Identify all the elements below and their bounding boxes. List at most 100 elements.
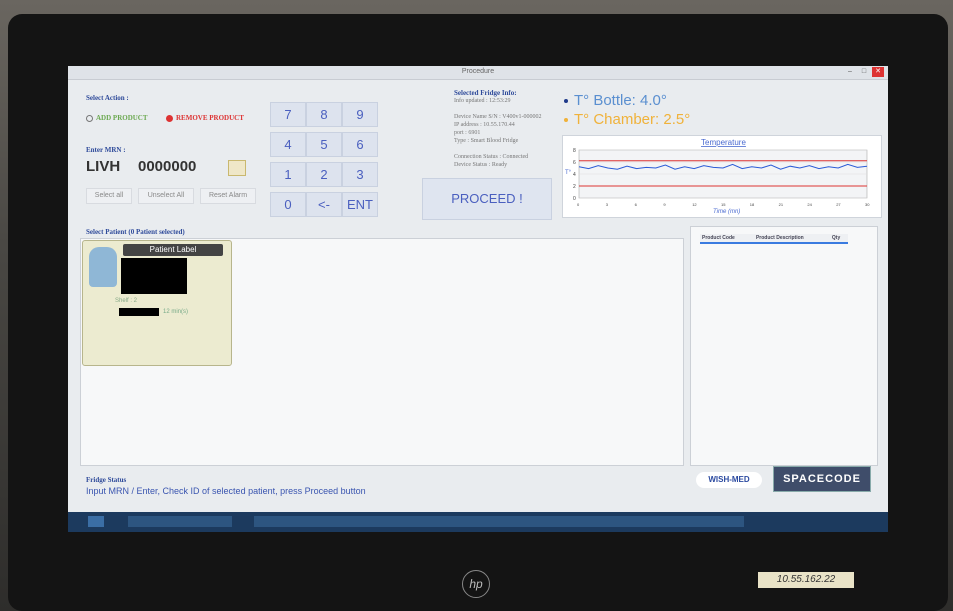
wishmed-logo: WISH-MED: [696, 472, 762, 488]
taskbar: [68, 512, 888, 532]
key-9[interactable]: 9: [342, 102, 378, 127]
chamber-temperature-text: T° Chamber: 2.5°: [574, 111, 691, 128]
taskbar-item[interactable]: [254, 516, 330, 527]
add-product-label: ADD PRODUCT: [96, 114, 148, 122]
product-table-header: Product Code Product Description Qty: [700, 234, 848, 242]
key-2[interactable]: 2: [306, 162, 342, 187]
add-product-radio[interactable]: ADD PRODUCT: [86, 114, 148, 122]
key-6[interactable]: 6: [342, 132, 378, 157]
taskbar-item[interactable]: [180, 516, 232, 527]
x-tick-label: 6: [635, 202, 638, 207]
y-tick-label: 0: [573, 196, 576, 202]
key-7[interactable]: 7: [270, 102, 306, 127]
select-action-label: Select Action :: [86, 94, 129, 102]
enter-mrn-label: Enter MRN :: [86, 146, 126, 154]
reset-alarm-button[interactable]: Reset Alarm: [200, 188, 256, 204]
x-tick-label: 24: [807, 202, 812, 207]
x-tick-label: 12: [692, 202, 697, 207]
radio-checked-icon: [166, 114, 173, 122]
ip-sticker: 10.55.162.22: [758, 572, 854, 588]
info-updated: Info updated : 12:53:29: [454, 98, 511, 104]
x-tick-label: 21: [779, 202, 784, 207]
y-axis-label: T°: [565, 170, 572, 176]
taskbar-item[interactable]: [608, 516, 680, 527]
taskbar-item[interactable]: [678, 516, 744, 527]
device-status: Device Status : Ready: [454, 162, 508, 168]
redacted-name: [121, 258, 187, 294]
table-row[interactable]: [700, 244, 848, 246]
mrn-input[interactable]: 0000000: [138, 158, 196, 175]
time-text: 12 min(s): [163, 309, 189, 315]
key-3[interactable]: 3: [342, 162, 378, 187]
hp-logo: hp: [462, 570, 490, 598]
taskbar-item[interactable]: [398, 516, 470, 527]
key-backspace[interactable]: <-: [306, 192, 342, 217]
product-code-cell: [700, 244, 754, 246]
key-8[interactable]: 8: [306, 102, 342, 127]
x-tick-label: 3: [606, 202, 609, 207]
patient-label: Patient Label: [123, 244, 223, 256]
x-tick-label: 18: [750, 202, 755, 207]
taskbar-item[interactable]: [128, 516, 182, 527]
start-icon[interactable]: [88, 516, 104, 527]
x-tick-label: 30: [865, 202, 870, 207]
product-panel: [690, 226, 878, 466]
radio-unchecked-icon: [86, 114, 93, 122]
close-button[interactable]: ✕: [872, 67, 884, 77]
window-title: Procedure: [461, 68, 495, 75]
taskbar-item[interactable]: [468, 516, 540, 527]
shelf-text: Shelf : 2: [115, 298, 138, 304]
minimize-button[interactable]: –: [844, 67, 856, 77]
redacted-id: [119, 308, 159, 316]
maximize-button[interactable]: □: [858, 67, 870, 77]
y-tick-label: 2: [573, 184, 576, 190]
y-tick-label: 8: [573, 148, 576, 154]
x-tick-label: 9: [663, 202, 666, 207]
connection-status: Connection Status : Connected: [454, 154, 529, 160]
taskbar-item[interactable]: [538, 516, 610, 527]
spacecode-logo: SPACECODE: [773, 466, 871, 492]
qty-cell: [830, 244, 848, 246]
remove-product-label: REMOVE PRODUCT: [176, 114, 244, 122]
fridge-info-title: Selected Fridge Info:: [454, 89, 517, 97]
chart-title: Temperature: [701, 138, 746, 147]
device-name: Device Name S/N : V400v1-000002: [454, 114, 542, 120]
key-4[interactable]: 4: [270, 132, 306, 157]
patient-card[interactable]: Patient Label Shelf : 2 12 min(s): [82, 240, 232, 366]
x-tick-label: 15: [721, 202, 726, 207]
col-product-description: Product Description: [753, 234, 830, 242]
taskbar-item[interactable]: [328, 516, 400, 527]
y-tick-label: 4: [573, 172, 576, 178]
bottle-temperature: T° Bottle: 4.0°: [564, 92, 667, 109]
fridge-type: Type : Smart Blood Fridge: [454, 138, 519, 144]
patient-avatar-icon: [89, 247, 117, 287]
remove-product-radio[interactable]: REMOVE PRODUCT: [166, 114, 244, 122]
broom-icon[interactable]: [228, 160, 246, 176]
key-5[interactable]: 5: [306, 132, 342, 157]
x-axis-label: Time (mn): [713, 209, 740, 215]
x-tick-label: 27: [836, 202, 841, 207]
select-all-button[interactable]: Select all: [86, 188, 132, 204]
title-bar: Procedure – □ ✕: [68, 66, 888, 80]
product-table: Product Code Product Description Qty: [700, 234, 848, 246]
key-enter[interactable]: ENT: [342, 192, 378, 217]
ip-address: IP address : 10.55.170.44: [454, 122, 515, 128]
unselect-all-button[interactable]: Unselect All: [138, 188, 194, 204]
chamber-temperature: T° Chamber: 2.5°: [564, 111, 690, 128]
key-1[interactable]: 1: [270, 162, 306, 187]
col-product-code: Product Code: [700, 234, 754, 242]
col-qty: Qty: [829, 234, 848, 242]
bottle-temperature-text: T° Bottle: 4.0°: [574, 92, 667, 109]
fridge-status-title: Fridge Status: [86, 476, 127, 484]
key-0[interactable]: 0: [270, 192, 306, 217]
port: port : 6901: [454, 130, 481, 136]
app-window: Procedure – □ ✕ Select Action : ADD PROD…: [68, 66, 888, 532]
proceed-button[interactable]: PROCEED !: [422, 178, 552, 220]
select-patient-header: Select Patient (0 Patient selected): [86, 228, 185, 236]
y-tick-label: 6: [573, 160, 576, 166]
product-description-cell: [754, 244, 830, 246]
temperature-chart: 0 2 4 6 8 0 3 6 9 12 15 18 21 24 27 30 Temperature Time (…: [562, 135, 882, 218]
fridge-status-message: Input MRN / Enter, Check ID of selected …: [86, 486, 366, 496]
bottle-legend-dot: [564, 99, 568, 104]
chamber-legend-dot: [564, 118, 568, 123]
